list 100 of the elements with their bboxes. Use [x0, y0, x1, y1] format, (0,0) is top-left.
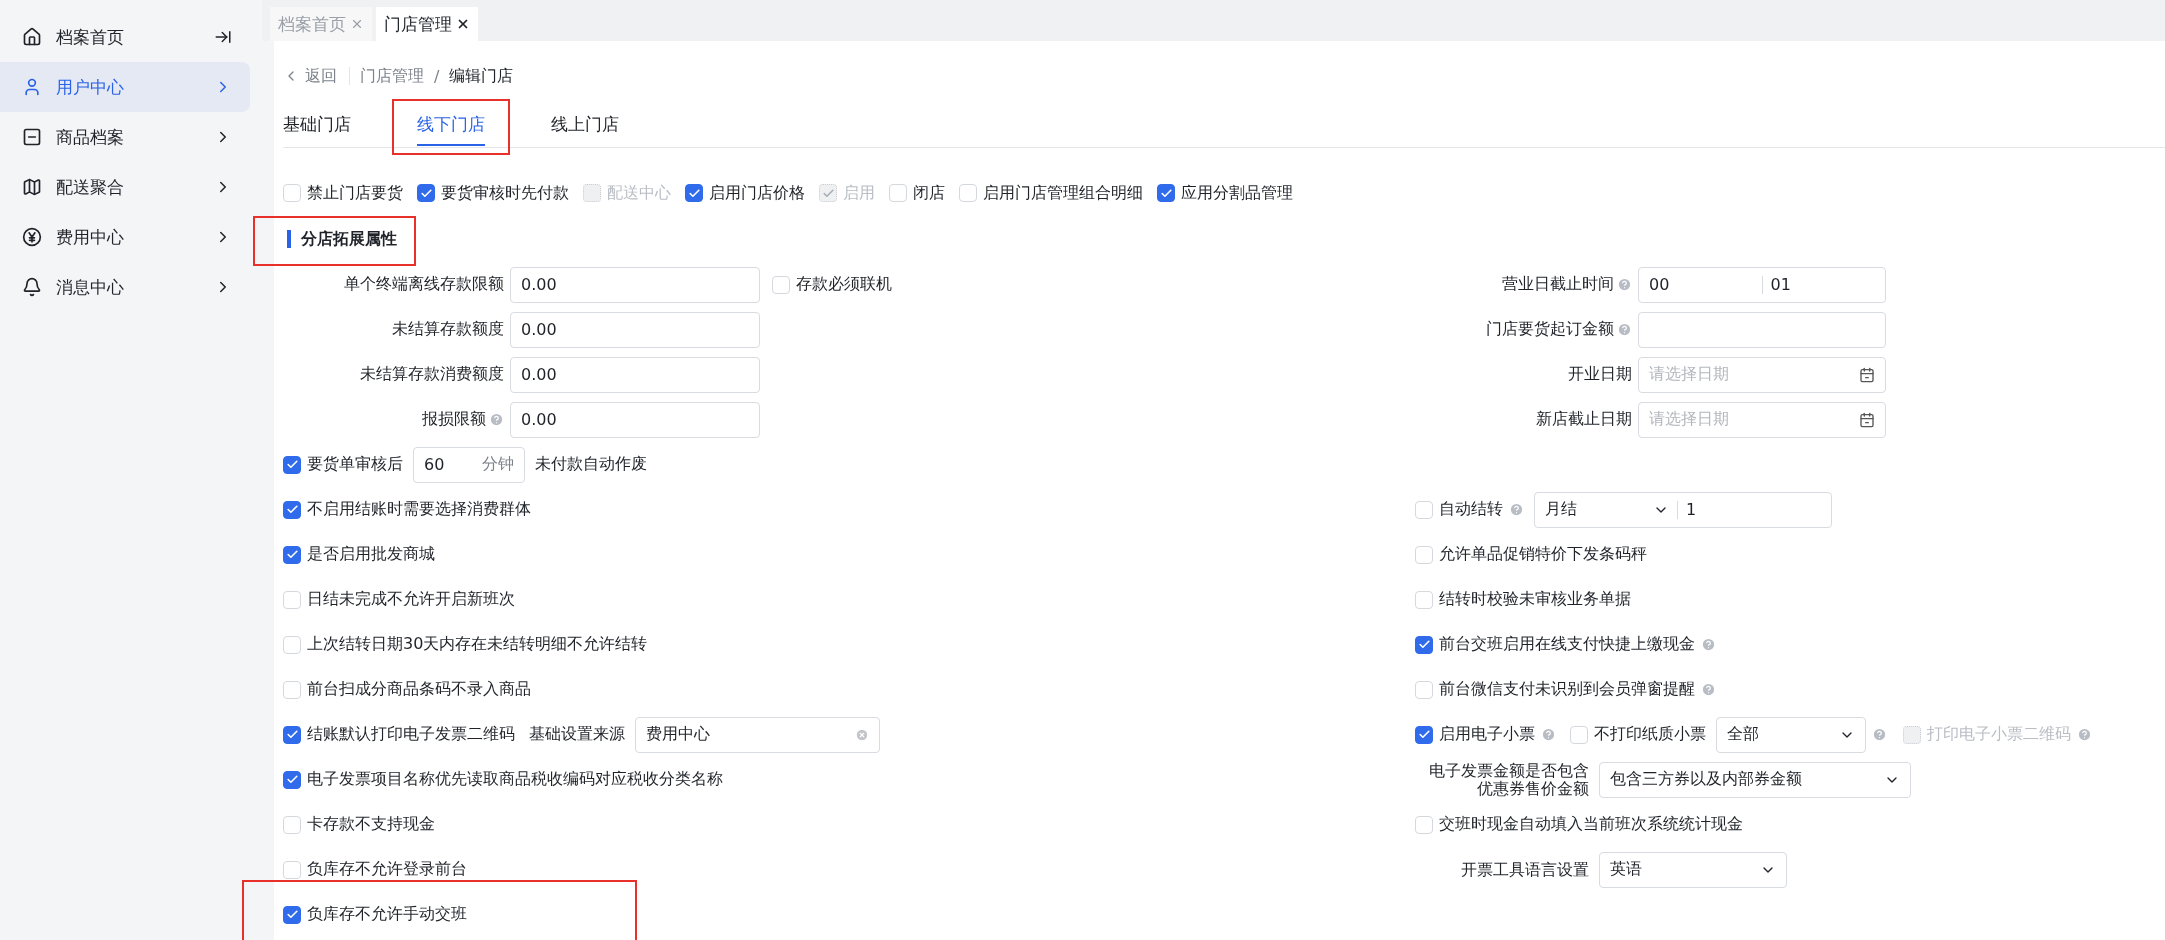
- check-icon: [285, 908, 299, 921]
- select-field[interactable]: 英语: [1599, 851, 1787, 888]
- checkbox[interactable]: [1415, 725, 1433, 744]
- field-label: 报损限额: [422, 409, 486, 430]
- sidebar-item[interactable]: 消息中心: [0, 262, 250, 312]
- checkbox-label: 不启用结账时需要选择消费群体: [307, 499, 531, 520]
- input-field[interactable]: 0.00: [510, 311, 760, 348]
- sidebar-item[interactable]: 费用中心: [0, 212, 250, 262]
- help-icon: [2077, 727, 2092, 742]
- field-label: 新店截止日期: [1536, 409, 1632, 430]
- checkbox-label: 打印电子小票二维码: [1927, 724, 2071, 745]
- calendar-icon: [1859, 411, 1875, 428]
- checkbox-label: 应用分割品管理: [1181, 182, 1293, 204]
- checkbox-label: 存款必须联机: [796, 274, 892, 295]
- field-label: 开业日期: [1568, 364, 1632, 385]
- minutes-field[interactable]: 60 分钟: [413, 446, 525, 483]
- checkbox-label: 要货审核时先付款: [441, 182, 569, 204]
- page-tab[interactable]: 门店管理: [376, 7, 478, 41]
- input-field[interactable]: 0.00: [510, 356, 760, 393]
- input-field[interactable]: 0.00: [510, 266, 760, 303]
- checkbox-label: 日结未完成不允许开启新班次: [307, 589, 515, 610]
- sidebar-item[interactable]: 商品档案: [0, 112, 250, 162]
- checkbox-label: 启用: [843, 182, 875, 204]
- breadcrumb-separator: /: [434, 66, 440, 86]
- checkbox[interactable]: [1415, 635, 1433, 654]
- check-icon: [687, 186, 701, 200]
- minus-square-icon: [22, 127, 42, 147]
- tab[interactable]: 线上门店: [551, 102, 619, 146]
- checkbox-label: 前台交班启用在线支付快捷上缴现金: [1439, 634, 1695, 655]
- source-field[interactable]: 费用中心: [635, 716, 880, 753]
- sidebar-item[interactable]: 用户中心: [0, 62, 250, 112]
- checkbox-label: 自动结转: [1439, 499, 1503, 520]
- field-label: 基础设置来源: [529, 724, 625, 745]
- checkbox-label: 结转时校验未审核业务单据: [1439, 589, 1631, 610]
- checkbox-label: 负库存不允许登录前台: [307, 859, 467, 880]
- checkbox-label: 上次结转日期30天内存在未结转明细不允许结转: [307, 634, 648, 655]
- checkbox[interactable]: [283, 500, 301, 519]
- checkbox-label: 禁止门店要货: [307, 182, 403, 204]
- input-field[interactable]: 0.00: [510, 401, 760, 438]
- check-icon: [1417, 728, 1431, 741]
- bell-icon: [22, 277, 42, 297]
- map-icon: [22, 177, 42, 197]
- checkbox-label: 启用门店管理组合明细: [983, 182, 1143, 204]
- collapse-icon[interactable]: [214, 28, 232, 46]
- checkbox[interactable]: [283, 770, 301, 789]
- select-field[interactable]: 包含三方券以及内部券金额: [1599, 761, 1911, 798]
- check-icon: [285, 503, 299, 516]
- check-icon: [285, 728, 299, 741]
- section-title: 分店拓展属性: [287, 230, 397, 248]
- check-icon: [419, 186, 433, 200]
- checkbox-label: 启用门店价格: [709, 182, 805, 204]
- checkbox-label: 允许单品促销特价下发条码秤: [1439, 544, 1647, 565]
- checkbox-label: 不打印纸质小票: [1594, 724, 1706, 745]
- check-icon: [285, 548, 299, 561]
- field-label: 门店要货起订金额: [1486, 319, 1614, 340]
- checkbox[interactable]: [685, 184, 703, 202]
- checkbox-label: 电子发票项目名称优先读取商品税收编码对应税收分类名称: [307, 769, 723, 790]
- checkbox[interactable]: [1157, 184, 1175, 202]
- checkbox[interactable]: [283, 725, 301, 744]
- checkbox[interactable]: [417, 184, 435, 202]
- breadcrumb-link[interactable]: 门店管理: [360, 65, 424, 87]
- checkbox-label: 闭店: [913, 182, 945, 204]
- checkbox[interactable]: [283, 545, 301, 564]
- checkbox[interactable]: [283, 455, 301, 474]
- calendar-icon: [1859, 366, 1875, 383]
- checkbox-label: 要货单审核后: [307, 454, 403, 475]
- sidebar-item[interactable]: 配送聚合: [0, 162, 250, 212]
- field-label: 未结算存款消费额度: [360, 364, 504, 385]
- back-link[interactable]: 返回: [283, 67, 350, 85]
- clear-icon[interactable]: [855, 727, 869, 742]
- sidebar-item[interactable]: 档案首页: [56, 25, 200, 49]
- breadcrumb-current: 编辑门店: [449, 65, 514, 87]
- yen-icon: [22, 227, 42, 247]
- checkbox[interactable]: [283, 905, 301, 924]
- close-icon[interactable]: [456, 17, 470, 31]
- help-icon: [1872, 727, 1887, 742]
- checkbox-label: 负库存不允许手动交班: [307, 904, 467, 925]
- check-icon: [285, 773, 299, 786]
- check-icon: [285, 458, 299, 471]
- field-label: 营业日截止时间: [1502, 274, 1614, 295]
- field-label: 开票工具语言设置: [1461, 860, 1589, 879]
- checkbox-label: 交班时现金自动填入当前班次系统统计现金: [1439, 814, 1743, 835]
- tab[interactable]: 线下门店: [417, 102, 485, 146]
- field-label: 单个终端离线存款限额: [344, 274, 504, 295]
- home-icon: [22, 27, 42, 47]
- checkbox-label: 结账默认打印电子发票二维码: [307, 724, 515, 745]
- field-label: 电子发票金额是否包含 优惠券售价金额: [1429, 761, 1589, 798]
- checkbox-label: 配送中心: [607, 182, 671, 204]
- check-icon: [1159, 186, 1173, 200]
- field-label: 未结算存款额度: [392, 319, 504, 340]
- select-field[interactable]: 全部: [1716, 716, 1866, 753]
- time-field[interactable]: 00 01: [1638, 266, 1886, 303]
- checkbox-label: 是否启用批发商城: [307, 544, 435, 565]
- period-field[interactable]: 月结 1: [1534, 491, 1832, 528]
- checkbox-label: 启用电子小票: [1439, 724, 1535, 745]
- tab[interactable]: 基础门店: [283, 102, 351, 146]
- option-text: 未付款自动作废: [535, 454, 647, 475]
- checkbox-label: 前台扫成分商品条码不录入商品: [307, 679, 531, 700]
- checkbox-label: 前台微信支付未识别到会员弹窗提醒: [1439, 679, 1695, 700]
- input-field[interactable]: [1638, 311, 1886, 348]
